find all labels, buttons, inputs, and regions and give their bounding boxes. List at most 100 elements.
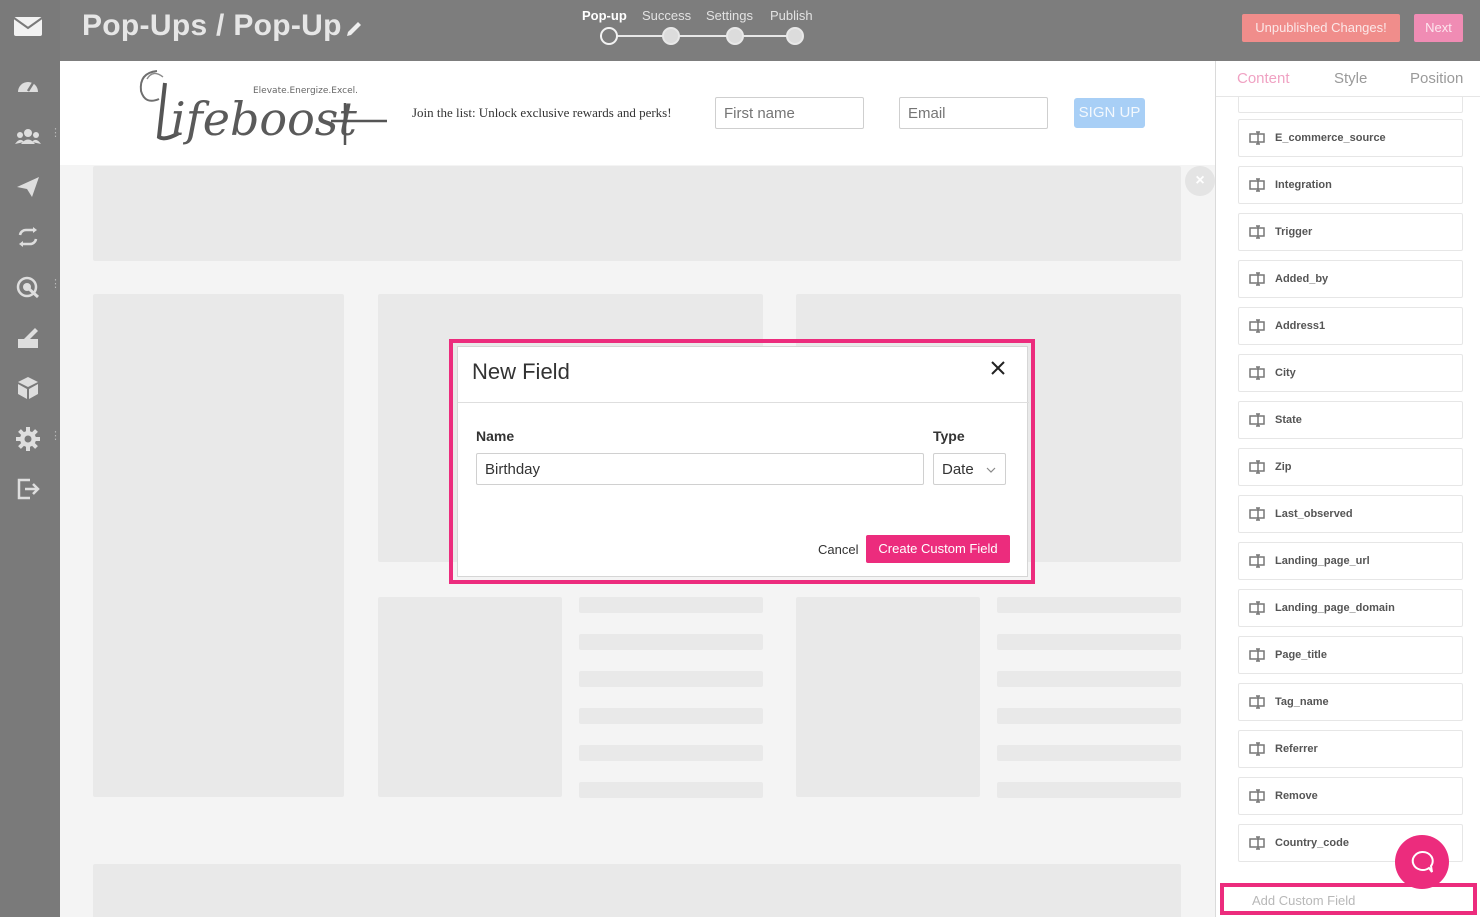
rail-more-dots-icon[interactable]: ⋮ xyxy=(50,431,61,446)
lifeboost-logo: ifeboost Elevate.Energize.Excel. xyxy=(139,70,387,146)
automation-loop-icon[interactable] xyxy=(14,223,42,251)
placeholder-line xyxy=(579,745,763,761)
placeholder-line xyxy=(579,708,763,724)
text-field-icon xyxy=(1249,319,1265,333)
text-field-icon xyxy=(1249,413,1265,427)
field-item[interactable]: Zip xyxy=(1238,448,1463,486)
next-button[interactable]: Next xyxy=(1414,14,1463,42)
field-item-label: Landing_page_domain xyxy=(1275,602,1395,614)
create-custom-field-button[interactable]: Create Custom Field xyxy=(866,535,1010,563)
field-item[interactable]: Last_observed xyxy=(1238,495,1463,533)
popup-target-icon[interactable] xyxy=(14,273,42,301)
placeholder-block xyxy=(93,294,344,797)
field-type-select[interactable]: Date xyxy=(933,453,1006,485)
modal-divider xyxy=(458,402,1029,403)
field-item[interactable]: Address1 xyxy=(1238,307,1463,345)
placeholder-line xyxy=(997,708,1181,724)
step-progress: Pop-up Success Settings Publish xyxy=(570,0,830,61)
settings-gear-icon[interactable] xyxy=(14,425,42,453)
field-item-label: Remove xyxy=(1275,790,1318,802)
field-name-input[interactable] xyxy=(476,453,924,485)
cancel-button[interactable]: Cancel xyxy=(818,542,858,557)
svg-text:Elevate.Energize.Excel.: Elevate.Energize.Excel. xyxy=(253,86,358,96)
field-item-label: Trigger xyxy=(1275,226,1313,238)
name-label: Name xyxy=(476,428,515,444)
tab-position[interactable]: Position xyxy=(1410,70,1463,87)
contacts-group-icon[interactable] xyxy=(14,123,42,151)
field-item[interactable]: Landing_page_domain xyxy=(1238,589,1463,627)
field-item-label: Added_by xyxy=(1275,273,1329,285)
text-field-icon xyxy=(1249,507,1265,521)
placeholder-line xyxy=(579,597,763,613)
text-field-icon xyxy=(1249,272,1265,286)
first-name-field[interactable] xyxy=(715,97,864,129)
rail-more-dots-icon[interactable]: ⋮ xyxy=(50,279,61,294)
text-field-icon xyxy=(1249,836,1265,850)
field-item[interactable]: Remove xyxy=(1238,777,1463,815)
chevron-down-icon xyxy=(986,467,996,473)
dashboard-gauge-icon[interactable] xyxy=(14,72,42,100)
popup-preview-bar[interactable]: ifeboost Elevate.Energize.Excel. Join th… xyxy=(60,61,1215,165)
properties-panel: Content Style Position E_commerce_source… xyxy=(1215,61,1480,917)
placeholder-line xyxy=(997,782,1181,798)
step-label-success[interactable]: Success xyxy=(642,8,691,23)
modal-title: New Field xyxy=(472,359,570,384)
step-label-popup[interactable]: Pop-up xyxy=(582,8,627,23)
placeholder-block xyxy=(378,597,562,797)
field-item[interactable]: Integration xyxy=(1238,166,1463,204)
chat-support-button[interactable] xyxy=(1395,835,1449,889)
campaign-send-icon[interactable] xyxy=(14,173,42,201)
text-field-icon xyxy=(1249,695,1265,709)
step-dot-settings[interactable] xyxy=(726,27,744,45)
field-item[interactable]: Landing_page_url xyxy=(1238,542,1463,580)
field-item[interactable]: Tag_name xyxy=(1238,683,1463,721)
text-field-icon xyxy=(1249,131,1265,145)
field-item-label: Country_code xyxy=(1275,837,1349,849)
rail-more-dots-icon[interactable]: ⋮ xyxy=(50,128,61,143)
unpublished-changes-button[interactable]: Unpublished Changes! xyxy=(1242,14,1400,42)
field-item[interactable]: Trigger xyxy=(1238,213,1463,251)
join-list-text: Join the list: Unlock exclusive rewards … xyxy=(412,105,672,120)
step-dot-publish[interactable] xyxy=(786,27,804,45)
tab-style[interactable]: Style xyxy=(1334,70,1367,87)
placeholder-line xyxy=(997,597,1181,613)
add-custom-field-button[interactable]: Add Custom Field xyxy=(1220,883,1477,915)
popup-close-icon[interactable]: × xyxy=(1185,166,1215,196)
field-item-label: Referrer xyxy=(1275,743,1318,755)
step-label-publish[interactable]: Publish xyxy=(770,8,813,23)
products-box-icon[interactable] xyxy=(14,374,42,402)
field-item-label: Address1 xyxy=(1275,320,1326,332)
step-connector-line xyxy=(600,35,790,37)
text-field-icon xyxy=(1249,178,1265,192)
type-label: Type xyxy=(933,428,965,444)
field-item[interactable]: Referrer xyxy=(1238,730,1463,768)
sign-up-button[interactable]: SIGN UP xyxy=(1074,98,1145,128)
top-bar: Pop-Ups / Pop-Up Pop-up Success Settings… xyxy=(60,0,1480,61)
edit-pencil-icon[interactable] xyxy=(345,20,363,38)
tab-content[interactable]: Content xyxy=(1237,70,1290,87)
page-title: Pop-Ups / Pop-Up xyxy=(82,9,342,42)
step-dot-success[interactable] xyxy=(662,27,680,45)
step-label-settings[interactable]: Settings xyxy=(706,8,753,23)
field-item-label: Landing_page_url xyxy=(1275,555,1370,567)
forms-edit-icon[interactable] xyxy=(14,324,42,352)
field-item[interactable]: State xyxy=(1238,401,1463,439)
text-field-icon xyxy=(1249,460,1265,474)
field-item[interactable]: E_commerce_source xyxy=(1238,119,1463,157)
field-item-label: Last_observed xyxy=(1275,508,1353,520)
field-item[interactable]: Added_by xyxy=(1238,260,1463,298)
logout-icon[interactable] xyxy=(14,475,42,503)
new-field-modal: New Field Name Type Date Cancel Create C… xyxy=(457,346,1029,577)
field-item[interactable]: Page_title xyxy=(1238,636,1463,674)
mail-logo-icon[interactable] xyxy=(13,14,43,38)
email-field[interactable] xyxy=(899,97,1048,129)
placeholder-line xyxy=(579,634,763,650)
add-custom-field-label: Add Custom Field xyxy=(1252,893,1356,908)
field-item-label: Tag_name xyxy=(1275,696,1329,708)
placeholder-block xyxy=(796,597,980,797)
field-item[interactable]: City xyxy=(1238,354,1463,392)
close-icon[interactable] xyxy=(989,359,1007,377)
step-dot-popup[interactable] xyxy=(600,27,618,45)
field-type-value: Date xyxy=(942,461,974,478)
field-item-partial[interactable] xyxy=(1238,97,1463,113)
